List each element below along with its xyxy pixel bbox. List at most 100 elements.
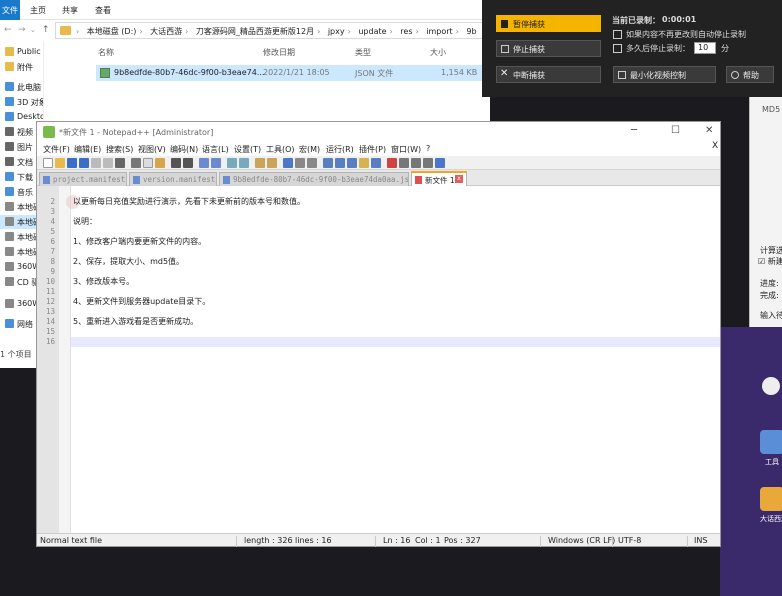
file-row[interactable]: 9b8edfde-80b7-46dc-9f00-b3eae74... 2022/… (96, 65, 486, 81)
find-icon[interactable] (199, 158, 209, 168)
save-all-icon[interactable] (79, 158, 89, 168)
game-app-icon[interactable] (760, 487, 782, 511)
play-macro-icon[interactable] (411, 158, 421, 168)
status-encoding[interactable]: UTF-8 (618, 536, 641, 545)
menu-edit[interactable]: 编辑(E) (74, 144, 101, 155)
folder-workspace-icon[interactable] (359, 158, 369, 168)
new-file-icon[interactable] (43, 158, 53, 168)
fold-margin[interactable] (59, 186, 71, 533)
nav-item[interactable]: 3D 对象 (0, 95, 43, 109)
breadcrumb-item[interactable]: update (358, 27, 386, 36)
breadcrumb-item[interactable]: 本地磁盘 (D:) (87, 27, 137, 36)
print-icon[interactable] (115, 158, 125, 168)
column-header-name[interactable]: 名称 (98, 47, 114, 58)
auto-stop-checkbox[interactable] (613, 30, 622, 39)
zoom-in-icon[interactable] (227, 158, 237, 168)
stop-macro-icon[interactable] (399, 158, 409, 168)
md5-calc-label: 计算选 (760, 246, 782, 255)
text-editor[interactable]: 2 3 4 5 6 7 8 9 10 11 12 13 14 15 16 以更新… (37, 186, 720, 533)
undo-icon[interactable] (171, 158, 181, 168)
abort-capture-button[interactable]: ✕ 中断捕获 (496, 66, 601, 83)
save-icon[interactable] (67, 158, 77, 168)
close-document-icon[interactable]: X (712, 141, 718, 151)
menu-macro[interactable]: 宏(M) (299, 144, 320, 155)
play-multi-macro-icon[interactable] (423, 158, 433, 168)
breadcrumb-item[interactable]: res (400, 27, 412, 36)
open-file-icon[interactable] (55, 158, 65, 168)
monitor-icon[interactable] (371, 158, 381, 168)
status-eol[interactable]: Windows (CR LF) (548, 536, 615, 545)
record-macro-icon[interactable] (387, 158, 397, 168)
tab-version-manifest[interactable]: version.manifest (129, 172, 217, 186)
menu-view[interactable]: 视图(V) (138, 144, 166, 155)
ribbon-tab-view[interactable]: 查看 (95, 5, 111, 16)
lang-icon[interactable] (323, 158, 333, 168)
close-icon[interactable]: ✕ (705, 125, 713, 136)
stop-capture-button[interactable]: 停止捕获 (496, 40, 601, 57)
func-list-icon[interactable] (347, 158, 357, 168)
indent-guide-icon[interactable] (307, 158, 317, 168)
sync-h-icon[interactable] (267, 158, 277, 168)
menu-encoding[interactable]: 编码(N) (170, 144, 198, 155)
pause-capture-button[interactable]: 暂停捕获 (496, 15, 601, 32)
md5-new-checkbox[interactable]: ☑ 新建 (758, 256, 782, 267)
tab-json-file[interactable]: 9b8edfde-80b7-46dc-9f00-b3eae74da0aa.jso… (219, 172, 409, 186)
tab-project-manifest[interactable]: project.manifest (39, 172, 127, 186)
address-bar[interactable]: › 本地磁盘 (D:) › 大话西游 › 刀客源码网_精品西游更新版12月 › jpx… (55, 22, 490, 39)
breadcrumb-item[interactable]: import (426, 27, 452, 36)
chevron-down-icon[interactable]: ⌄ (30, 26, 36, 34)
breadcrumb-item[interactable]: 大话西游 (150, 27, 182, 36)
maximize-icon[interactable]: ☐ (671, 125, 680, 136)
ribbon-tab-file[interactable]: 文件 (0, 0, 20, 20)
zoom-out-icon[interactable] (239, 158, 249, 168)
title-bar[interactable]: *新文件 1 - Notepad++ [Administrator] ─ ☐ ✕ (37, 122, 720, 142)
breadcrumb-item[interactable]: 9b (466, 27, 476, 36)
close-all-icon[interactable] (103, 158, 113, 168)
chat-icon[interactable] (762, 377, 780, 395)
tools-app-icon[interactable] (760, 430, 782, 454)
doc-map-icon[interactable] (335, 158, 345, 168)
all-chars-icon[interactable] (295, 158, 305, 168)
menu-settings[interactable]: 设置(T) (234, 144, 261, 155)
close-tab-icon[interactable]: x (455, 175, 463, 183)
help-button[interactable]: 帮助 (726, 66, 774, 83)
column-header-type[interactable]: 类型 (355, 47, 371, 58)
forward-arrow-icon[interactable]: → (18, 25, 26, 35)
save-macro-icon[interactable] (435, 158, 445, 168)
sync-v-icon[interactable] (255, 158, 265, 168)
wrap-icon[interactable] (283, 158, 293, 168)
menu-tools[interactable]: 工具(O) (266, 144, 295, 155)
menu-file[interactable]: 文件(F) (43, 144, 70, 155)
menu-search[interactable]: 搜索(S) (106, 144, 133, 155)
nav-item[interactable]: 此电脑 (0, 80, 43, 94)
column-header-size[interactable]: 大小 (430, 47, 446, 58)
redo-icon[interactable] (183, 158, 193, 168)
copy-icon[interactable] (143, 158, 153, 168)
back-arrow-icon[interactable]: ← (4, 25, 12, 35)
cut-icon[interactable] (131, 158, 141, 168)
nav-item[interactable]: 附件 (0, 60, 43, 74)
menu-run[interactable]: 运行(R) (326, 144, 354, 155)
paste-icon[interactable] (155, 158, 165, 168)
nav-item[interactable]: Public (0, 45, 43, 59)
ribbon-tab-home[interactable]: 主页 (30, 5, 46, 16)
file-type: JSON 文件 (355, 69, 394, 78)
up-arrow-icon[interactable]: ↑ (42, 25, 50, 35)
status-insert-mode[interactable]: INS (694, 536, 707, 545)
tab-new-file-1[interactable]: 新文件 1 x (411, 171, 467, 186)
breadcrumb-item[interactable]: 刀客源码网_精品西游更新版12月 (196, 27, 314, 36)
close-file-icon[interactable] (91, 158, 101, 168)
ribbon-tab-share[interactable]: 共享 (62, 5, 78, 16)
column-header-date[interactable]: 修改日期 (263, 47, 295, 58)
menu-window[interactable]: 窗口(W) (391, 144, 421, 155)
replace-icon[interactable] (211, 158, 221, 168)
stop-minutes-input[interactable]: 10 (694, 42, 716, 54)
menu-help[interactable]: ? (426, 144, 430, 153)
minimize-icon[interactable]: ─ (631, 125, 637, 136)
menu-plugins[interactable]: 插件(P) (359, 144, 386, 155)
breadcrumb-item[interactable]: jpxy (328, 27, 345, 36)
timed-stop-checkbox[interactable] (613, 44, 622, 53)
minimize-video-control-button[interactable]: 最小化视频控制 (613, 66, 716, 83)
pause-icon (501, 20, 508, 28)
menu-language[interactable]: 语言(L) (202, 144, 229, 155)
